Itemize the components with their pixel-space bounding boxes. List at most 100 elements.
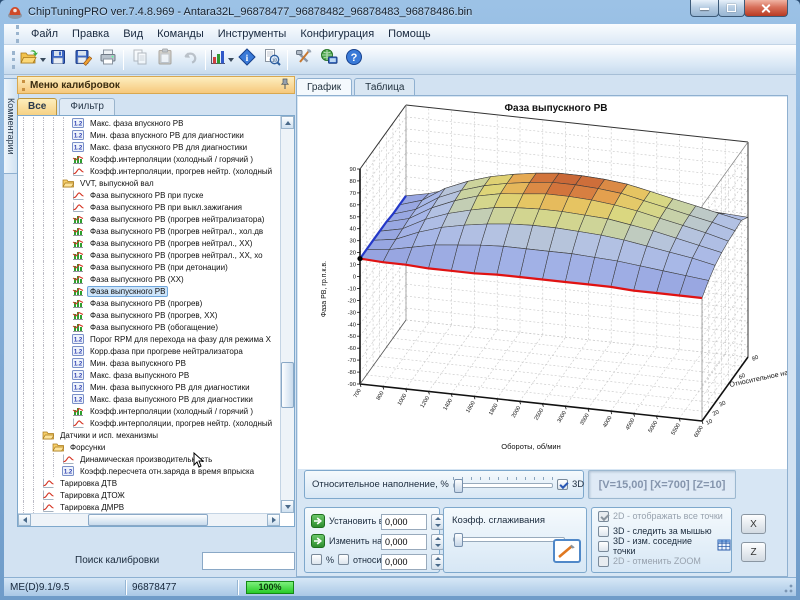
option-checkbox[interactable] xyxy=(598,526,609,537)
tree-item[interactable]: 1.2Мин. фаза выпускного РВ xyxy=(18,357,280,369)
x-axis-button[interactable]: X xyxy=(741,514,766,534)
pin-icon[interactable] xyxy=(280,78,290,93)
tree-item[interactable]: Коэфф.интерполяции, прогрев нейтр. (холо… xyxy=(18,417,280,429)
tree-item[interactable]: Тарировка ДТВ xyxy=(18,477,280,489)
chart-view-button[interactable] xyxy=(209,47,234,72)
undo-button[interactable] xyxy=(177,47,202,72)
tree-item[interactable]: Фаза выпускного РВ (прогрев нейтрал., XX… xyxy=(18,237,280,249)
tree-vertical-scrollbar[interactable] xyxy=(280,116,294,513)
print-button[interactable] xyxy=(95,47,120,72)
z-axis-button[interactable]: Z xyxy=(741,542,766,562)
tree-item[interactable]: Фаза выпускного РВ (прогрев, XX) xyxy=(18,309,280,321)
tree-guide xyxy=(53,465,61,477)
checkbox-3d[interactable] xyxy=(557,479,568,490)
tree-item[interactable]: Динамическая производительность xyxy=(18,453,280,465)
tree-item[interactable]: 1.2Макс. фаза впускного РВ для диагности… xyxy=(18,141,280,153)
tree-item[interactable]: 1.2Мин. фаза выпускного РВ для диагности… xyxy=(18,381,280,393)
tree-item-selected[interactable]: Фаза выпускного РВ xyxy=(18,285,280,297)
change-value-input[interactable] xyxy=(381,534,427,550)
tab-graph[interactable]: График xyxy=(296,78,352,96)
menu-item[interactable]: Правка xyxy=(65,26,116,42)
copy-button[interactable] xyxy=(127,47,152,72)
tree-item[interactable]: 1.2Мин. фаза впускного РВ для диагностик… xyxy=(18,129,280,141)
option-row[interactable]: 3D - изм. соседние точки xyxy=(598,539,731,553)
tree-item[interactable]: Коэфф.интерполяции (холодный / горячий ) xyxy=(18,153,280,165)
tree-item[interactable]: 1.2Коэфф.пересчета отн.заряда в время вп… xyxy=(18,465,280,477)
tree-item[interactable]: Фаза выпускного РВ при пуске xyxy=(18,189,280,201)
checkbox-relative[interactable] xyxy=(338,554,349,565)
tree-item[interactable]: Фаза выпускного РВ (прогрев нейтрал., XX… xyxy=(18,249,280,261)
maximize-button[interactable] xyxy=(718,0,745,17)
tree-item-label: Макс. фаза выпускного РВ для диагностики xyxy=(87,394,256,405)
preview-zoom-button[interactable]: 10 xyxy=(259,47,284,72)
map-info-button[interactable]: i xyxy=(234,47,259,72)
help-button[interactable]: ? xyxy=(341,47,366,72)
tree-item[interactable]: Фаза выпускного РВ (прогрев нейтрал., хо… xyxy=(18,225,280,237)
tools-button[interactable] xyxy=(291,47,316,72)
smoothing-slider-thumb[interactable] xyxy=(454,533,463,547)
tree-item[interactable]: VVT, выпускной вал xyxy=(18,177,280,189)
tree-item[interactable]: Фаза выпускного РВ (при детонации) xyxy=(18,261,280,273)
tree-item[interactable]: 1.2Макс. фаза впускного РВ xyxy=(18,117,280,129)
tree-item[interactable]: Фаза выпускного РВ (прогрев нейтрализато… xyxy=(18,213,280,225)
tree-item[interactable]: Фаза выпускного РВ (XX) xyxy=(18,273,280,285)
menu-item[interactable]: Файл xyxy=(24,26,65,42)
scroll-right-button[interactable] xyxy=(267,514,280,526)
menu-item[interactable]: Команды xyxy=(150,26,211,42)
menu-item[interactable]: Инструменты xyxy=(211,26,294,42)
close-button[interactable] xyxy=(744,0,788,17)
option-row[interactable]: 2D - отображать все точки xyxy=(598,509,731,523)
save-button[interactable] xyxy=(45,47,70,72)
save-as-button[interactable] xyxy=(70,47,95,72)
scroll-up-button[interactable] xyxy=(281,116,294,129)
load-slider-thumb[interactable] xyxy=(454,479,463,493)
search-input[interactable] xyxy=(202,552,295,570)
tree-item[interactable]: Тарировка ДТОЖ xyxy=(18,489,280,501)
tree-item[interactable]: Тарировка ДМРВ xyxy=(18,501,280,513)
checkbox-percent[interactable] xyxy=(311,554,322,565)
option-checkbox[interactable] xyxy=(598,541,609,552)
surface-chart[interactable]: 9080706050403020100-10-20-30-40-50-60-70… xyxy=(298,97,787,469)
tree-item[interactable]: Фаза выпускного РВ (обогащение) xyxy=(18,321,280,333)
tab-filter[interactable]: Фильтр xyxy=(59,98,115,115)
tree-item[interactable]: Форсунки xyxy=(18,441,280,453)
scroll-thumb-horizontal[interactable] xyxy=(88,514,208,526)
option-row[interactable]: 2D - отменить ZOOM xyxy=(598,554,731,568)
set-value-input[interactable] xyxy=(381,514,427,530)
load-slider-track[interactable] xyxy=(453,483,553,488)
tree-item[interactable]: 1.2Корр.фаза при прогреве нейтрализатора xyxy=(18,345,280,357)
tree-item[interactable]: Фаза выпускного РВ (прогрев) xyxy=(18,297,280,309)
tree-item[interactable]: Коэфф.интерполяции, прогрев нейтр. (холо… xyxy=(18,165,280,177)
tree-item[interactable]: 1.2Порог RPM для перехода на фазу для ре… xyxy=(18,333,280,345)
svg-text:30: 30 xyxy=(718,400,726,408)
menu-item[interactable]: Вид xyxy=(116,26,150,42)
open-file-button[interactable] xyxy=(20,47,45,72)
tab-table[interactable]: Таблица xyxy=(354,78,415,96)
tree-item[interactable]: 1.2Макс. фаза выпускного РВ для диагност… xyxy=(18,393,280,405)
scroll-thumb[interactable] xyxy=(281,362,294,408)
paste-button[interactable] xyxy=(152,47,177,72)
tree-item[interactable]: Датчики и исп. механизмы xyxy=(18,429,280,441)
scroll-left-button[interactable] xyxy=(18,514,31,526)
menu-item[interactable]: Помощь xyxy=(381,26,438,42)
option-checkbox[interactable] xyxy=(598,511,609,522)
apply-set-button[interactable] xyxy=(311,514,325,528)
tree-guide xyxy=(33,285,41,297)
line-edit-button[interactable] xyxy=(553,539,581,563)
option-checkbox[interactable] xyxy=(598,556,609,567)
title-bar[interactable]: ChipTuningPRO ver.7.4.8.969 - Antara32L_… xyxy=(0,0,800,24)
menu-item[interactable]: Конфигурация xyxy=(293,26,381,42)
relative-value-input[interactable] xyxy=(381,554,427,570)
scroll-down-button[interactable] xyxy=(281,500,294,513)
apply-change-button[interactable] xyxy=(311,534,325,548)
minimize-button[interactable] xyxy=(690,0,719,17)
resize-grip[interactable] xyxy=(782,582,794,594)
tree-item[interactable]: Фаза выпускного РВ при выкл.зажигания xyxy=(18,201,280,213)
tab-all[interactable]: Все xyxy=(17,98,57,115)
smoothing-slider-track[interactable] xyxy=(453,537,565,542)
tree-item[interactable]: Коэфф.интерполяции (холодный / горячий ) xyxy=(18,405,280,417)
tree-horizontal-scrollbar[interactable] xyxy=(18,513,280,526)
tree-item[interactable]: 1.2Макс. фаза выпускного РВ xyxy=(18,369,280,381)
network-button[interactable] xyxy=(316,47,341,72)
grid-table-icon[interactable] xyxy=(717,539,731,553)
